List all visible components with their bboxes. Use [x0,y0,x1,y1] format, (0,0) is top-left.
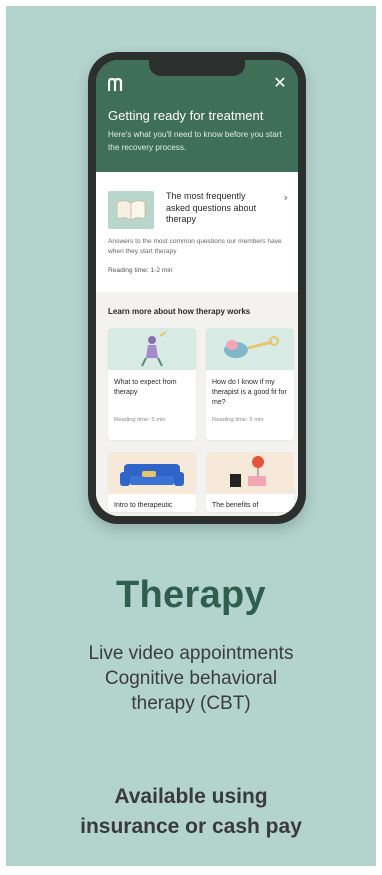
feature-line: Live video appointments [88,643,294,664]
page-title: Getting ready for treatment [108,108,264,123]
card-reading-time: Reading time: 5 min [212,417,264,423]
card-title: Intro to therapeutic [114,502,173,509]
chevron-right-icon[interactable]: › [284,191,288,204]
article-card[interactable]: The benefits of [206,452,294,512]
close-icon[interactable]: ✕ [272,75,288,91]
availability-line: insurance or cash pay [80,815,302,838]
faq-description: Answers to the most common questions our… [108,238,282,255]
article-card[interactable]: Intro to therapeutic [108,452,196,512]
person-illustration [108,328,196,370]
article-card[interactable]: How do I know if my therapist is a good … [206,328,294,440]
phone-notch [149,60,245,76]
faq-article[interactable]: The most frequently asked questions abou… [96,172,298,292]
availability-line: Available using [114,785,268,808]
feature-line: Cognitive behavioral [104,668,278,689]
couch-illustration [108,452,196,494]
card-title: The benefits of [212,502,259,509]
phone-mockup: ✕ Getting ready for treatment Here's wha… [88,52,306,524]
faq-reading-time: Reading time: 1-2 min [108,267,173,274]
card-reading-time: Reading time: 5 min [114,417,166,423]
card-title: How do I know if my therapist is a good … [212,379,287,406]
app-header: ✕ Getting ready for treatment Here's wha… [96,60,298,172]
page-subtitle: Here's what you'll need to know before y… [108,130,282,152]
learn-section: Learn more about how therapy works What … [96,292,298,516]
faq-title: The most frequently asked questions abou… [166,191,257,224]
book-illustration [108,191,154,229]
key-illustration [206,328,294,370]
feature-line: therapy (CBT) [131,693,251,714]
article-card[interactable]: What to expect from therapy Reading time… [108,328,196,440]
product-title: Therapy [116,574,266,616]
card-title: What to expect from therapy [114,379,177,396]
balloon-illustration [206,452,294,494]
logo-icon [108,78,123,91]
section-heading: Learn more about how therapy works [108,307,251,316]
phone-screen: ✕ Getting ready for treatment Here's wha… [96,60,298,516]
